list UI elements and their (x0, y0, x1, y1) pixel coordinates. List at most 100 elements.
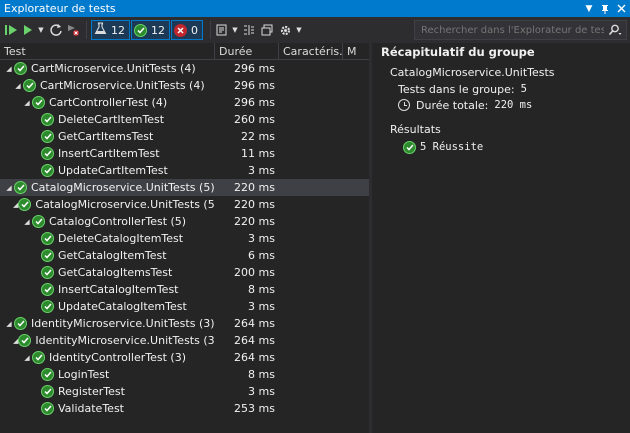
close-icon[interactable] (614, 2, 628, 16)
tree-row[interactable]: ◢ CartControllerTest (4) 296 ms (0, 94, 369, 111)
tree-row-duration: 3 ms (248, 164, 275, 177)
expand-arrow-icon[interactable]: ◢ (4, 184, 14, 192)
tree-row[interactable]: ◢ IdentityMicroservice.UnitTests (3) 264 m… (0, 332, 369, 349)
check-circle-icon (41, 249, 54, 262)
run-icon[interactable] (22, 21, 34, 39)
tree-row[interactable]: ◢ CatalogMicroservice.UnitTests (5) 220 ms (0, 196, 369, 213)
tree-row[interactable]: InsertCartItemTest 11 ms (0, 145, 369, 162)
column-header-traits[interactable]: Caractéris... (279, 42, 343, 60)
tree-row-name-cell: ◢ IdentityMicroservice.UnitTests (3) (0, 317, 215, 330)
tree-row[interactable]: UpdateCartItemTest 3 ms (0, 162, 369, 179)
check-circle-icon (41, 402, 54, 415)
check-circle-icon (41, 266, 54, 279)
tree-row-name-cell: ◢ CartControllerTest (4) (0, 96, 215, 109)
tree-row-label: CartMicroservice.UnitTests (4) (40, 79, 205, 92)
tree-row-label: IdentityMicroservice.UnitTests (3) (35, 334, 215, 347)
window-titlebar: Explorateur de tests ▼ (0, 0, 630, 17)
summary-tests-value: 5 (520, 83, 527, 95)
tree-row[interactable]: ◢ CartMicroservice.UnitTests (4) 296 ms (0, 77, 369, 94)
tree-row-name-cell: ◢ CatalogMicroservice.UnitTests (5) (0, 198, 215, 211)
clock-icon (398, 99, 410, 111)
expand-arrow-icon[interactable]: ◢ (22, 99, 32, 107)
tree-row-duration: 3 ms (248, 385, 275, 398)
tree-row[interactable]: ◢ CartMicroservice.UnitTests (4) 296 ms (0, 60, 369, 77)
dropdown-arrow-icon[interactable]: ▼ (582, 2, 596, 16)
check-circle-icon (32, 96, 45, 109)
tree-row-label: InsertCartItemTest (58, 147, 160, 160)
run-all-icon[interactable] (4, 21, 20, 39)
check-circle-icon (41, 130, 54, 143)
expand-arrow-icon[interactable]: ◢ (22, 218, 32, 226)
check-circle-icon (14, 181, 27, 194)
tree-row-duration: 220 ms (234, 215, 275, 228)
search-input[interactable] (421, 24, 604, 36)
check-circle-icon (32, 215, 45, 228)
tree-row-label: GetCatalogItemTest (58, 249, 167, 262)
tree-row-duration: 6 ms (248, 249, 275, 262)
toolbar-separator (86, 21, 87, 39)
tree-row[interactable]: RegisterTest 3 ms (0, 383, 369, 400)
tree-row-name-cell: ◢ IdentityMicroservice.UnitTests (3) (0, 334, 215, 347)
playlist-icon[interactable] (215, 21, 229, 39)
tree-row[interactable]: ◢ CatalogMicroservice.UnitTests (5) 220 ms (0, 179, 369, 196)
pin-icon[interactable] (598, 2, 612, 16)
check-circle-icon (41, 300, 54, 313)
filter-failed-count: 0 (191, 23, 198, 37)
playlist-dropdown-icon[interactable]: ▼ (231, 21, 239, 39)
tree-row[interactable]: GetCartItemsTest 22 ms (0, 128, 369, 145)
tree-row-name-cell: ◢ IdentityControllerTest (3) (0, 351, 215, 364)
settings-dropdown-icon[interactable]: ▼ (295, 21, 303, 39)
tree-row[interactable]: ◢ CatalogControllerTest (5) 220 ms (0, 213, 369, 230)
tree-row[interactable]: LoginTest 8 ms (0, 366, 369, 383)
tree-row-name-cell: LoginTest (0, 368, 215, 381)
filter-passed-button[interactable]: 12 (131, 20, 170, 40)
results-passed-text[interactable]: 5 Réussite (420, 141, 483, 153)
check-circle-icon (14, 62, 27, 75)
expand-arrow-icon[interactable]: ◢ (13, 82, 23, 90)
results-passed-line: 5 Réussite (403, 139, 630, 155)
column-header-m[interactable]: M (343, 43, 369, 60)
tree-row-duration: 264 ms (234, 317, 275, 330)
search-box[interactable] (414, 20, 627, 40)
settings-icon[interactable] (277, 21, 293, 39)
tree-row[interactable]: ◢ IdentityControllerTest (3) 264 ms (0, 349, 369, 366)
expand-arrow-icon[interactable]: ◢ (4, 65, 14, 73)
tree-row[interactable]: UpdateCatalogItemTest 3 ms (0, 298, 369, 315)
tree-row-name-cell: DeleteCatalogItemTest (0, 232, 215, 245)
tree-row-duration: 260 ms (234, 113, 275, 126)
column-header-duration[interactable]: Durée (215, 42, 279, 60)
filter-failed-button[interactable]: 0 (171, 20, 203, 40)
tree-row[interactable]: GetCatalogItemsTest 200 ms (0, 264, 369, 281)
expand-all-icon[interactable] (259, 21, 275, 39)
expand-arrow-icon[interactable]: ◢ (22, 354, 32, 362)
tree-row-label: DeleteCatalogItemTest (58, 232, 184, 245)
summary-tests-line: Tests dans le groupe: 5 (398, 81, 630, 97)
tree-row[interactable]: ◢ IdentityMicroservice.UnitTests (3) 264 m… (0, 315, 369, 332)
test-tree-pane: Test Durée Caractéris... M ◢ CartMicroser… (0, 42, 369, 433)
repeat-icon[interactable] (48, 21, 64, 39)
tree-row-name-cell: ◢ CatalogControllerTest (5) (0, 215, 215, 228)
filter-passed-count: 12 (151, 23, 165, 37)
summary-tests-label: Tests dans le groupe: (398, 82, 515, 96)
tree-row-name-cell: RegisterTest (0, 385, 215, 398)
tree-row-label: GetCatalogItemsTest (58, 266, 173, 279)
filter-all-button[interactable]: 12 (91, 20, 130, 40)
run-dropdown-icon[interactable]: ▼ (36, 21, 46, 39)
tree-row[interactable]: DeleteCatalogItemTest 3 ms (0, 230, 369, 247)
summary-title: Récapitulatif du groupe (381, 45, 535, 59)
expand-arrow-icon[interactable]: ◢ (4, 320, 14, 328)
tree-row-label: CartMicroservice.UnitTests (4) (31, 62, 196, 75)
tree-row-duration: 8 ms (248, 368, 275, 381)
tree-row[interactable]: GetCatalogItemTest 6 ms (0, 247, 369, 264)
tree-row-duration: 220 ms (234, 198, 275, 211)
window-title: Explorateur de tests (4, 2, 116, 15)
group-by-icon[interactable] (241, 21, 257, 39)
cancel-icon[interactable] (66, 21, 80, 39)
tree-row[interactable]: DeleteCartItemTest 260 ms (0, 111, 369, 128)
column-header-test[interactable]: Test (0, 42, 215, 60)
tree-row[interactable]: ValidateTest 253 ms (0, 400, 369, 417)
summary-duration-label: Durée totale: (416, 98, 489, 112)
tree-row[interactable]: InsertCatalogItemTest 8 ms (0, 281, 369, 298)
tree-row-label: ValidateTest (58, 402, 124, 415)
search-icon[interactable] (604, 24, 626, 36)
